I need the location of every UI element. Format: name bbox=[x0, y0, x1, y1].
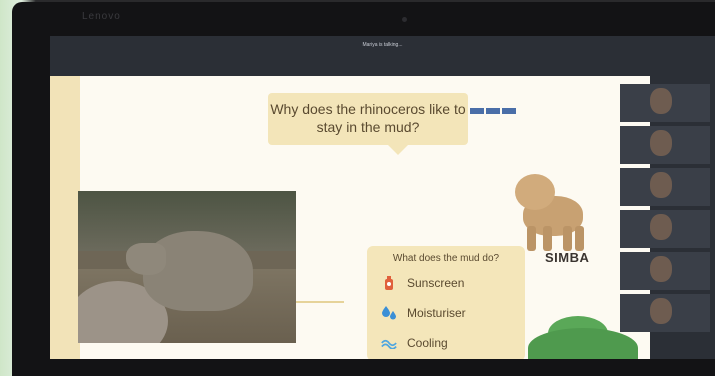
speaker-status: Mariya is talking... bbox=[362, 42, 403, 48]
sponsor-logos bbox=[470, 101, 570, 121]
logo-icon bbox=[502, 108, 516, 114]
participant-tile[interactable] bbox=[620, 210, 710, 248]
participant-video bbox=[650, 298, 672, 324]
participant-tile[interactable] bbox=[620, 126, 710, 164]
device-brand-label: Lenovo bbox=[82, 11, 121, 22]
cub-leg bbox=[527, 226, 536, 251]
slide-left-band bbox=[50, 76, 80, 359]
participant-tile[interactable] bbox=[620, 84, 710, 122]
character-name: SIMBA bbox=[545, 250, 590, 265]
wave-icon bbox=[381, 335, 397, 351]
participant-video bbox=[650, 88, 672, 114]
participant-tile[interactable] bbox=[620, 252, 710, 290]
shared-slide: Why does the rhinoceros like to stay in … bbox=[50, 76, 650, 359]
sunscreen-bottle-icon bbox=[381, 275, 397, 291]
mud-facts-card: What does the mud do? Sunscreen Moisturi… bbox=[367, 246, 525, 359]
cub-leg bbox=[575, 226, 584, 251]
item-label: Cooling bbox=[407, 336, 448, 350]
rhino-photo bbox=[78, 191, 296, 343]
cub-head bbox=[515, 174, 555, 210]
list-item-moisturiser: Moisturiser bbox=[381, 304, 466, 322]
participant-video bbox=[650, 172, 672, 198]
list-item-sunscreen: Sunscreen bbox=[381, 274, 464, 292]
camera-dot bbox=[402, 17, 407, 22]
rhino-head bbox=[126, 243, 166, 275]
logo-icon bbox=[486, 108, 500, 114]
mud-underline bbox=[296, 301, 344, 303]
item-label: Sunscreen bbox=[407, 276, 465, 290]
participant-tile[interactable] bbox=[620, 168, 710, 206]
lion-cub-image bbox=[505, 166, 595, 251]
participant-video bbox=[650, 130, 672, 156]
question-text: Why does the rhinoceros like to stay in … bbox=[270, 101, 466, 135]
participant-tile[interactable] bbox=[620, 294, 710, 332]
item-label: Moisturiser bbox=[407, 306, 466, 320]
participants-panel bbox=[620, 84, 715, 354]
water-drops-icon bbox=[381, 305, 397, 321]
tablet-screen: Mariya is talking... Why does the rhinoc… bbox=[50, 36, 715, 359]
logo-icon bbox=[470, 108, 484, 114]
card-heading: What does the mud do? bbox=[392, 253, 500, 264]
participant-video bbox=[650, 214, 672, 240]
cub-leg bbox=[543, 226, 552, 251]
list-item-cooling: Cooling bbox=[381, 334, 448, 352]
participant-video bbox=[650, 256, 672, 282]
cub-leg bbox=[563, 226, 572, 251]
question-bubble: Why does the rhinoceros like to stay in … bbox=[268, 93, 468, 155]
